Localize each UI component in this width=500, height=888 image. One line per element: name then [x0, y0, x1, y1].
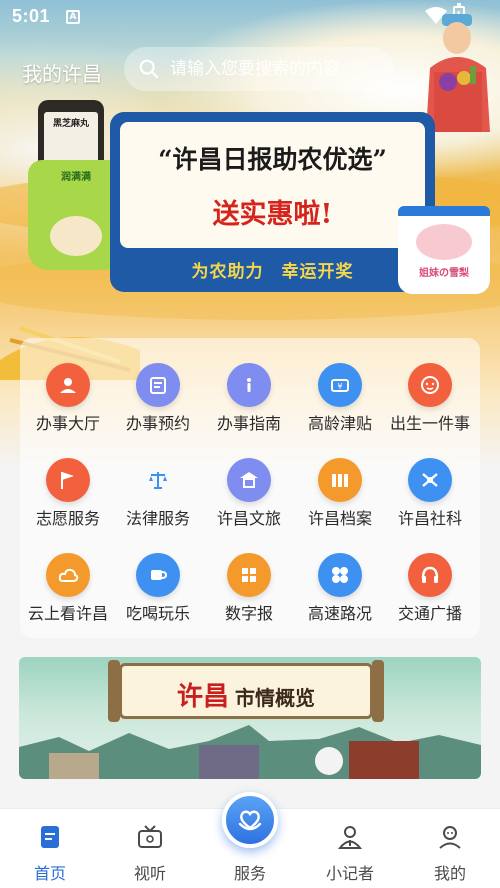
bottle-label: 黑芝麻丸 — [52, 119, 89, 129]
nav-item[interactable]: 首页 — [0, 809, 100, 888]
service-item[interactable]: 办事指南 — [203, 338, 295, 433]
archive-icon — [318, 458, 362, 502]
service-label: 交通广播 — [397, 604, 462, 623]
service-label: 出生一件事 — [389, 414, 470, 433]
service-label: 吃喝玩乐 — [125, 604, 190, 623]
nav-item[interactable]: 我的 — [400, 809, 500, 888]
service-item[interactable]: 许昌文旅 — [203, 433, 295, 528]
profile-icon — [439, 826, 461, 849]
scroll-banner: 许昌 市情概览 — [108, 660, 384, 722]
service-item[interactable]: 志愿服务 — [22, 433, 114, 528]
status-time: 5:01 — [12, 6, 51, 26]
service-item[interactable]: 出生一件事 — [384, 338, 476, 433]
info-icon — [227, 363, 271, 407]
cup-icon — [136, 553, 180, 597]
service-item[interactable]: 许昌社科 — [384, 433, 476, 528]
pavilion-icon — [227, 458, 271, 502]
service-item[interactable]: 云上看许昌 — [22, 528, 114, 623]
nav-label: 首页 — [33, 864, 66, 883]
svg-text:¥: ¥ — [337, 382, 342, 391]
search-bar[interactable] — [124, 47, 394, 91]
nav-label: 服务 — [233, 864, 266, 883]
headphones-icon — [408, 553, 452, 597]
service-label: 许昌文旅 — [216, 509, 281, 528]
nav-item[interactable]: 视听 — [100, 809, 200, 888]
service-label: 许昌档案 — [307, 509, 372, 528]
service-grid: 办事大厅 办事预约 办事指南 ¥ 高龄津贴 出生一件事志愿服务 法律服务 许昌文旅 许昌档案 许昌… — [20, 338, 480, 638]
service-item[interactable]: 办事大厅 — [22, 338, 114, 433]
nav-label: 小记者 — [325, 864, 374, 883]
service-label: 志愿服务 — [35, 509, 100, 528]
service-label: 许昌社科 — [397, 509, 462, 528]
page-title: 我的许昌 — [22, 62, 102, 86]
service-item[interactable]: 交通广播 — [384, 528, 476, 623]
banner-title: “许昌日报助农优选” — [158, 145, 387, 174]
service-item[interactable]: 高速路况 — [294, 528, 386, 623]
service-item[interactable]: ¥ 高龄津贴 — [294, 338, 386, 433]
app-notification-icon: A — [66, 10, 80, 24]
service-label: 办事大厅 — [35, 414, 100, 433]
tv-icon — [138, 825, 162, 848]
nav-item[interactable]: 小记者 — [300, 809, 400, 888]
market-overview-card[interactable]: 许昌 市情概览 — [19, 657, 481, 779]
flag-icon — [46, 458, 90, 502]
calendar-icon — [136, 363, 180, 407]
grid-icon — [227, 553, 271, 597]
cloud-icon — [46, 553, 90, 597]
social-science-icon — [408, 458, 452, 502]
service-label: 法律服务 — [125, 509, 190, 528]
market-title-city: 许昌 — [176, 682, 229, 712]
nav-label: 我的 — [433, 864, 466, 883]
service-item[interactable]: 办事预约 — [112, 338, 204, 433]
service-item[interactable]: 许昌档案 — [294, 433, 386, 528]
product-cup: 姐妹の雪梨 — [398, 206, 490, 294]
service-label: 高龄津贴 — [307, 414, 372, 433]
banner-board: “许昌日报助农优选” 送实惠啦! 为农助力 幸运开奖 — [110, 112, 435, 292]
market-title-text: 市情概览 — [235, 686, 315, 710]
city-skyline-illustration — [19, 725, 481, 779]
home-screen: 5:01 A ! 我的许昌 黑芝麻丸 润满满 — [0, 0, 500, 888]
services-center-button[interactable] — [222, 792, 278, 848]
search-input[interactable] — [170, 59, 390, 79]
yen-ticket-icon: ¥ — [318, 363, 362, 407]
service-label: 数字报 — [224, 604, 273, 623]
scales-icon — [136, 458, 180, 502]
service-label: 云上看许昌 — [27, 604, 108, 623]
mascot-face — [50, 216, 102, 256]
promo-banner[interactable]: 黑芝麻丸 润满满 “许昌日报助农优选” 送实惠啦! 为农助力 幸运开奖 姐妹の雪… — [0, 14, 500, 380]
mascot-face — [416, 224, 472, 260]
reporter-icon — [337, 826, 363, 849]
cup-label: 姐妹の雪梨 — [419, 268, 469, 279]
clover-icon — [318, 553, 362, 597]
banner-strip: 为农助力 幸运开奖 — [191, 262, 354, 282]
heart-hands-icon — [238, 810, 262, 831]
nav-label: 视听 — [133, 864, 166, 883]
search-icon — [139, 59, 159, 79]
service-label: 办事预约 — [125, 414, 190, 433]
bag-label: 润满满 — [61, 172, 91, 183]
banner-subtitle: 送实惠啦! — [212, 199, 333, 230]
service-item[interactable]: 法律服务 — [112, 433, 204, 528]
person-icon — [46, 363, 90, 407]
home-doc-icon — [41, 826, 59, 848]
service-label: 办事指南 — [216, 414, 281, 433]
farmer-illustration — [426, 14, 490, 132]
baby-face-icon — [408, 363, 452, 407]
service-label: 高速路况 — [307, 604, 372, 623]
service-item[interactable]: 数字报 — [203, 528, 295, 623]
service-item[interactable]: 吃喝玩乐 — [112, 528, 204, 623]
